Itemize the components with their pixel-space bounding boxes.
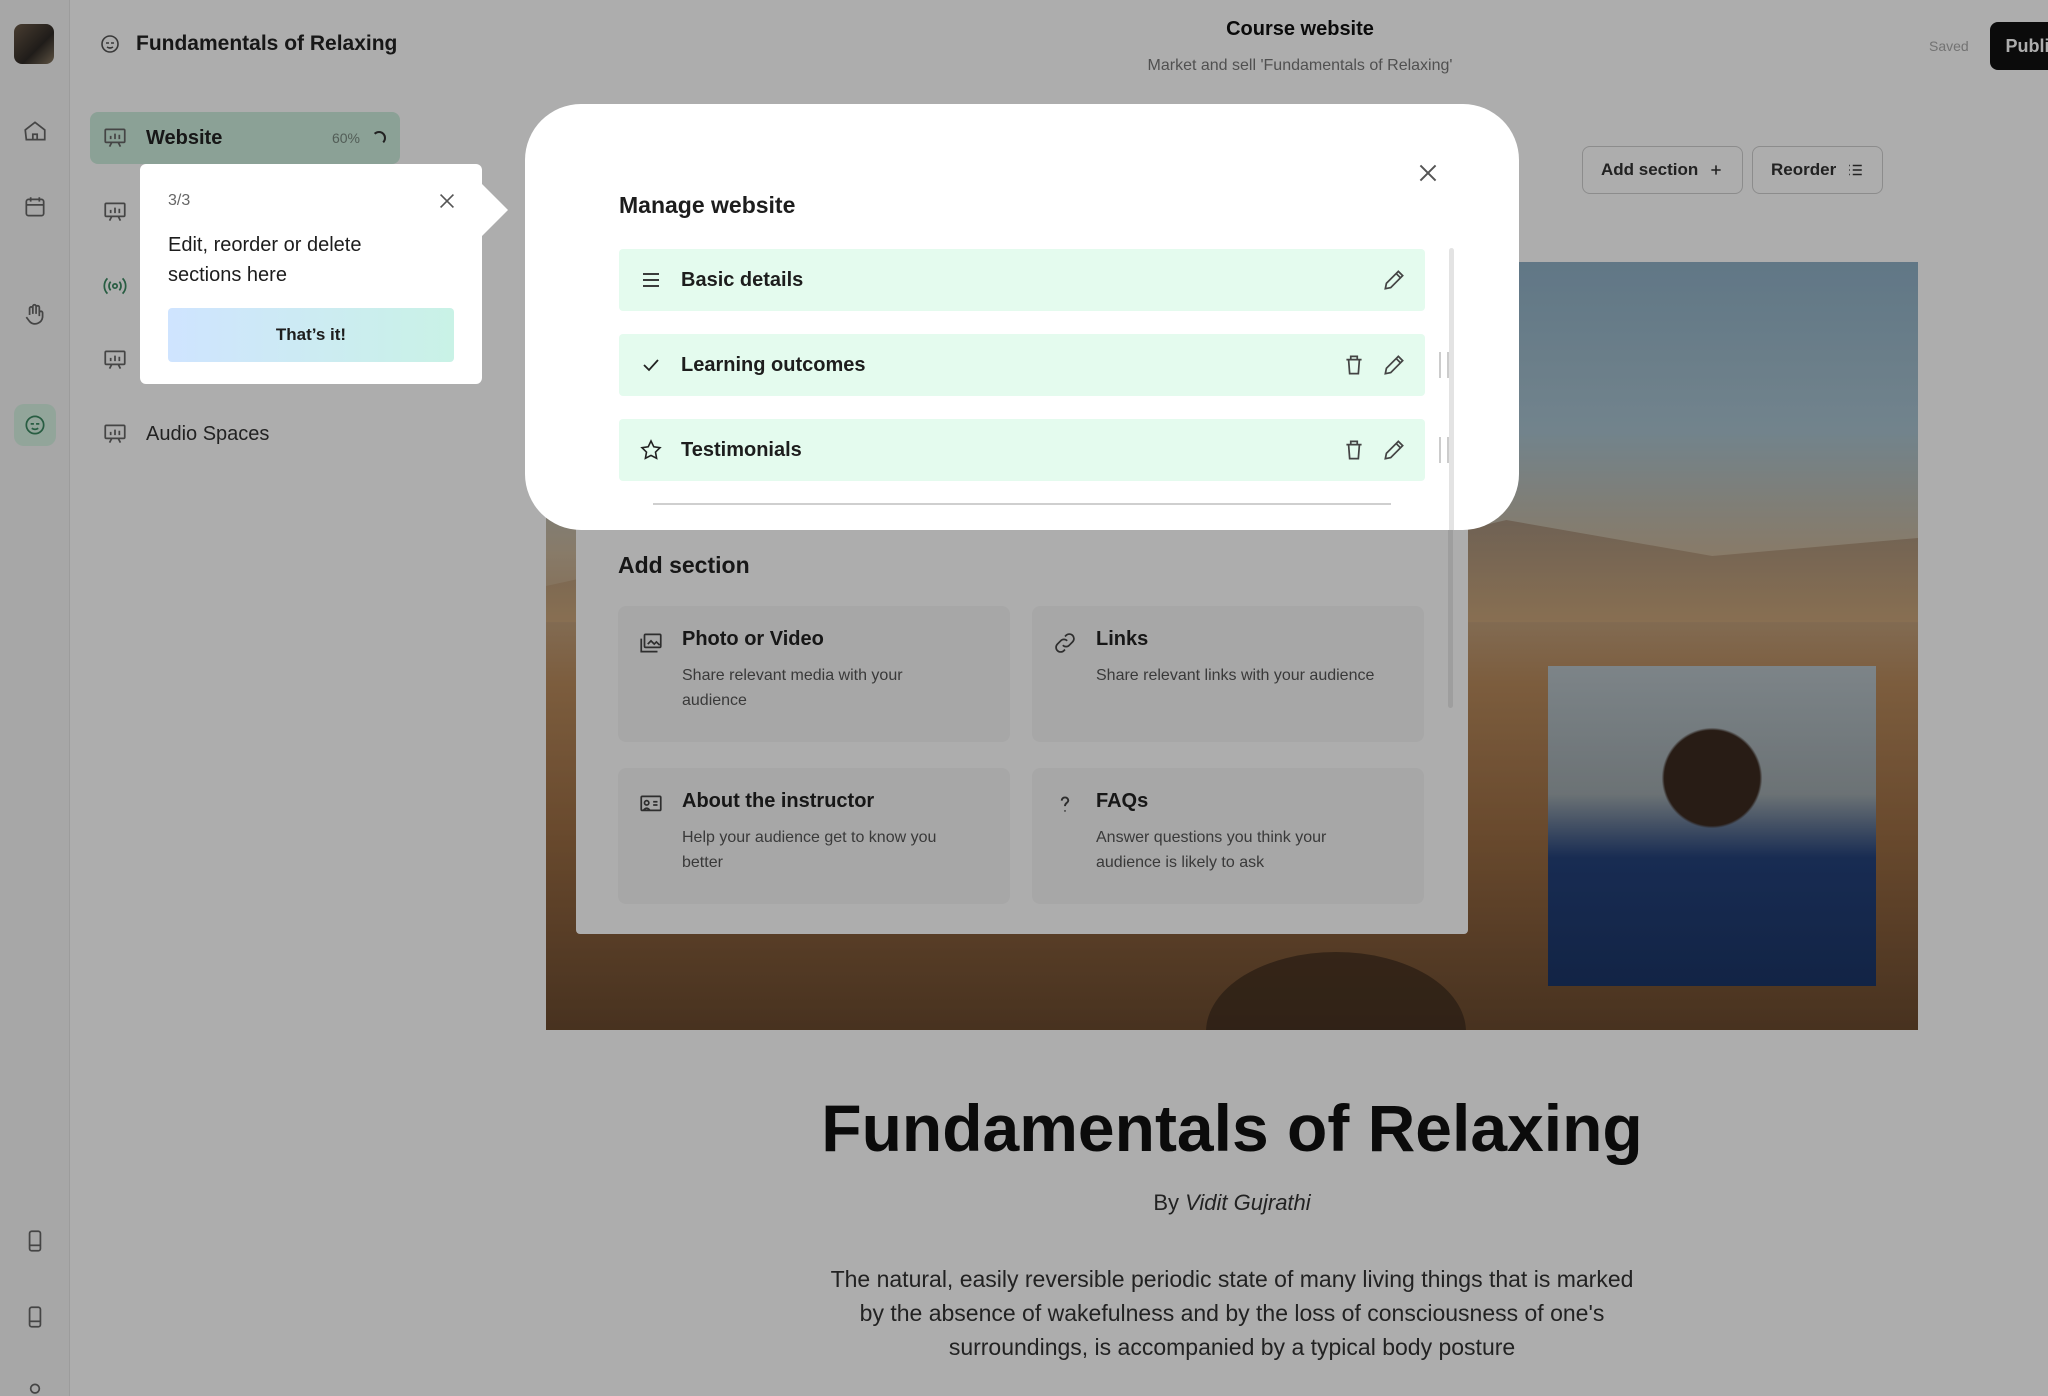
divider (653, 503, 1391, 505)
edit-icon[interactable] (1381, 437, 1407, 463)
onboarding-tooltip: 3/3 Edit, reorder or delete sections her… (140, 164, 508, 384)
edit-icon[interactable] (1381, 352, 1407, 378)
close-icon[interactable] (436, 190, 458, 212)
section-row-learning-outcomes[interactable]: Learning outcomes (619, 334, 1449, 396)
close-icon[interactable] (1415, 160, 1441, 186)
trash-icon[interactable] (1341, 437, 1367, 463)
section-label: Basic details (681, 268, 804, 291)
section-row-basic-details[interactable]: Basic details (619, 249, 1425, 311)
section-label: Testimonials (681, 438, 802, 461)
modal-title: Manage website (619, 192, 796, 218)
star-icon (639, 438, 663, 462)
list-icon (639, 268, 663, 292)
drag-handle-icon[interactable] (1439, 352, 1449, 378)
tooltip-message: Edit, reorder or delete sections here (168, 234, 362, 286)
modal-scrollbar[interactable] (1449, 248, 1454, 530)
section-row-testimonials[interactable]: Testimonials (619, 419, 1449, 481)
trash-icon[interactable] (1341, 352, 1367, 378)
tooltip-done-button[interactable]: That’s it! (168, 308, 454, 362)
check-icon (639, 353, 663, 377)
manage-website-spotlight: Manage website Basic details Learning ou… (525, 104, 1519, 530)
tooltip-step-counter: 3/3 (168, 192, 191, 209)
edit-icon[interactable] (1381, 267, 1407, 293)
section-label: Learning outcomes (681, 353, 866, 376)
drag-handle-icon[interactable] (1439, 437, 1449, 463)
